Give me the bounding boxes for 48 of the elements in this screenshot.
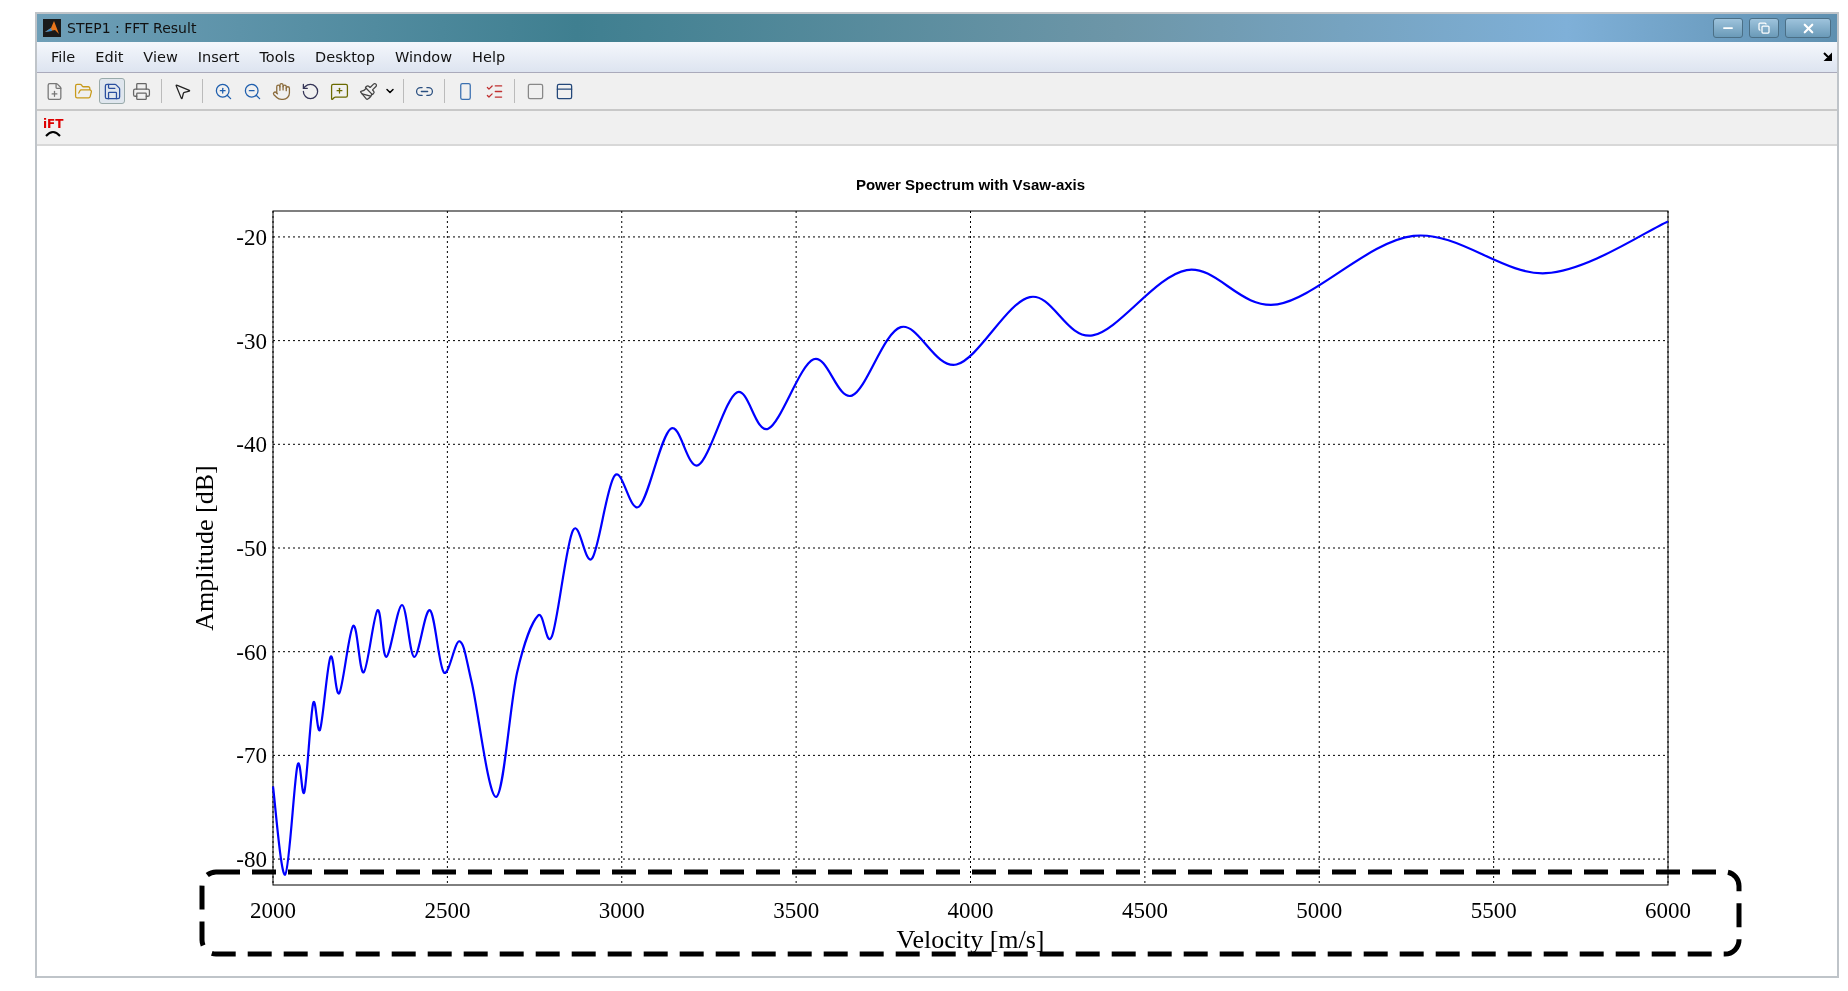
tick-label: 4500 xyxy=(1121,898,1168,923)
axis-label: Amplitude [dB] xyxy=(190,465,219,631)
zoom-out-icon xyxy=(242,81,262,101)
menu-item[interactable]: View xyxy=(133,49,188,65)
menu-item[interactable]: Insert xyxy=(187,49,250,65)
menu-item[interactable]: Help xyxy=(462,49,516,65)
close-button[interactable] xyxy=(1785,18,1831,38)
save-icon xyxy=(102,81,122,101)
axis-label: Velocity [m/s] xyxy=(896,925,1045,954)
tick-label: 2000 xyxy=(250,898,296,923)
hand-icon xyxy=(271,81,291,101)
menu-item[interactable]: Tools xyxy=(249,49,306,65)
open-folder-icon xyxy=(73,81,93,101)
restore-button[interactable] xyxy=(1749,18,1779,38)
tick-label: 4000 xyxy=(947,898,994,923)
restore-icon xyxy=(1758,22,1770,34)
tick-label: -70 xyxy=(236,743,267,769)
tick-label: 5500 xyxy=(1470,898,1517,923)
rotate-icon xyxy=(300,81,320,101)
tick-label: 3500 xyxy=(773,898,820,923)
tick-label: 2500 xyxy=(424,898,471,923)
window-title: STEP1 : FFT Result xyxy=(67,20,198,36)
menu-item[interactable]: Edit xyxy=(85,49,134,65)
tick-label: 3000 xyxy=(598,898,645,923)
hide-tools-icon xyxy=(525,81,545,101)
data-cursor-icon xyxy=(329,81,349,101)
menu-item[interactable]: Window xyxy=(384,49,463,65)
tick-label: 6000 xyxy=(1645,898,1691,923)
tick-label: -20 xyxy=(236,224,267,250)
print-icon xyxy=(131,81,151,101)
dock-arrow-icon[interactable] xyxy=(1823,52,1833,62)
ift-logo-button[interactable]: iFT xyxy=(41,118,66,137)
tick-label: -30 xyxy=(236,328,267,354)
app-logo-icon xyxy=(43,19,61,37)
show-tools-icon xyxy=(554,81,574,101)
arc-icon xyxy=(44,130,63,137)
menu-item[interactable]: File xyxy=(41,49,86,65)
tick-label: -50 xyxy=(236,536,267,561)
menu-item[interactable]: Desktop xyxy=(305,49,385,65)
zoom-in-icon xyxy=(213,81,233,101)
tick-label: -60 xyxy=(236,639,267,665)
save-button[interactable] xyxy=(99,78,125,104)
tick-label: -80 xyxy=(236,847,267,873)
tick-label: -40 xyxy=(236,432,267,458)
chart-title: Power Spectrum with Vsaw-axis xyxy=(855,176,1086,193)
brush-icon xyxy=(358,81,378,101)
tick-label: 5000 xyxy=(1296,898,1343,923)
minimize-button[interactable] xyxy=(1713,18,1743,38)
